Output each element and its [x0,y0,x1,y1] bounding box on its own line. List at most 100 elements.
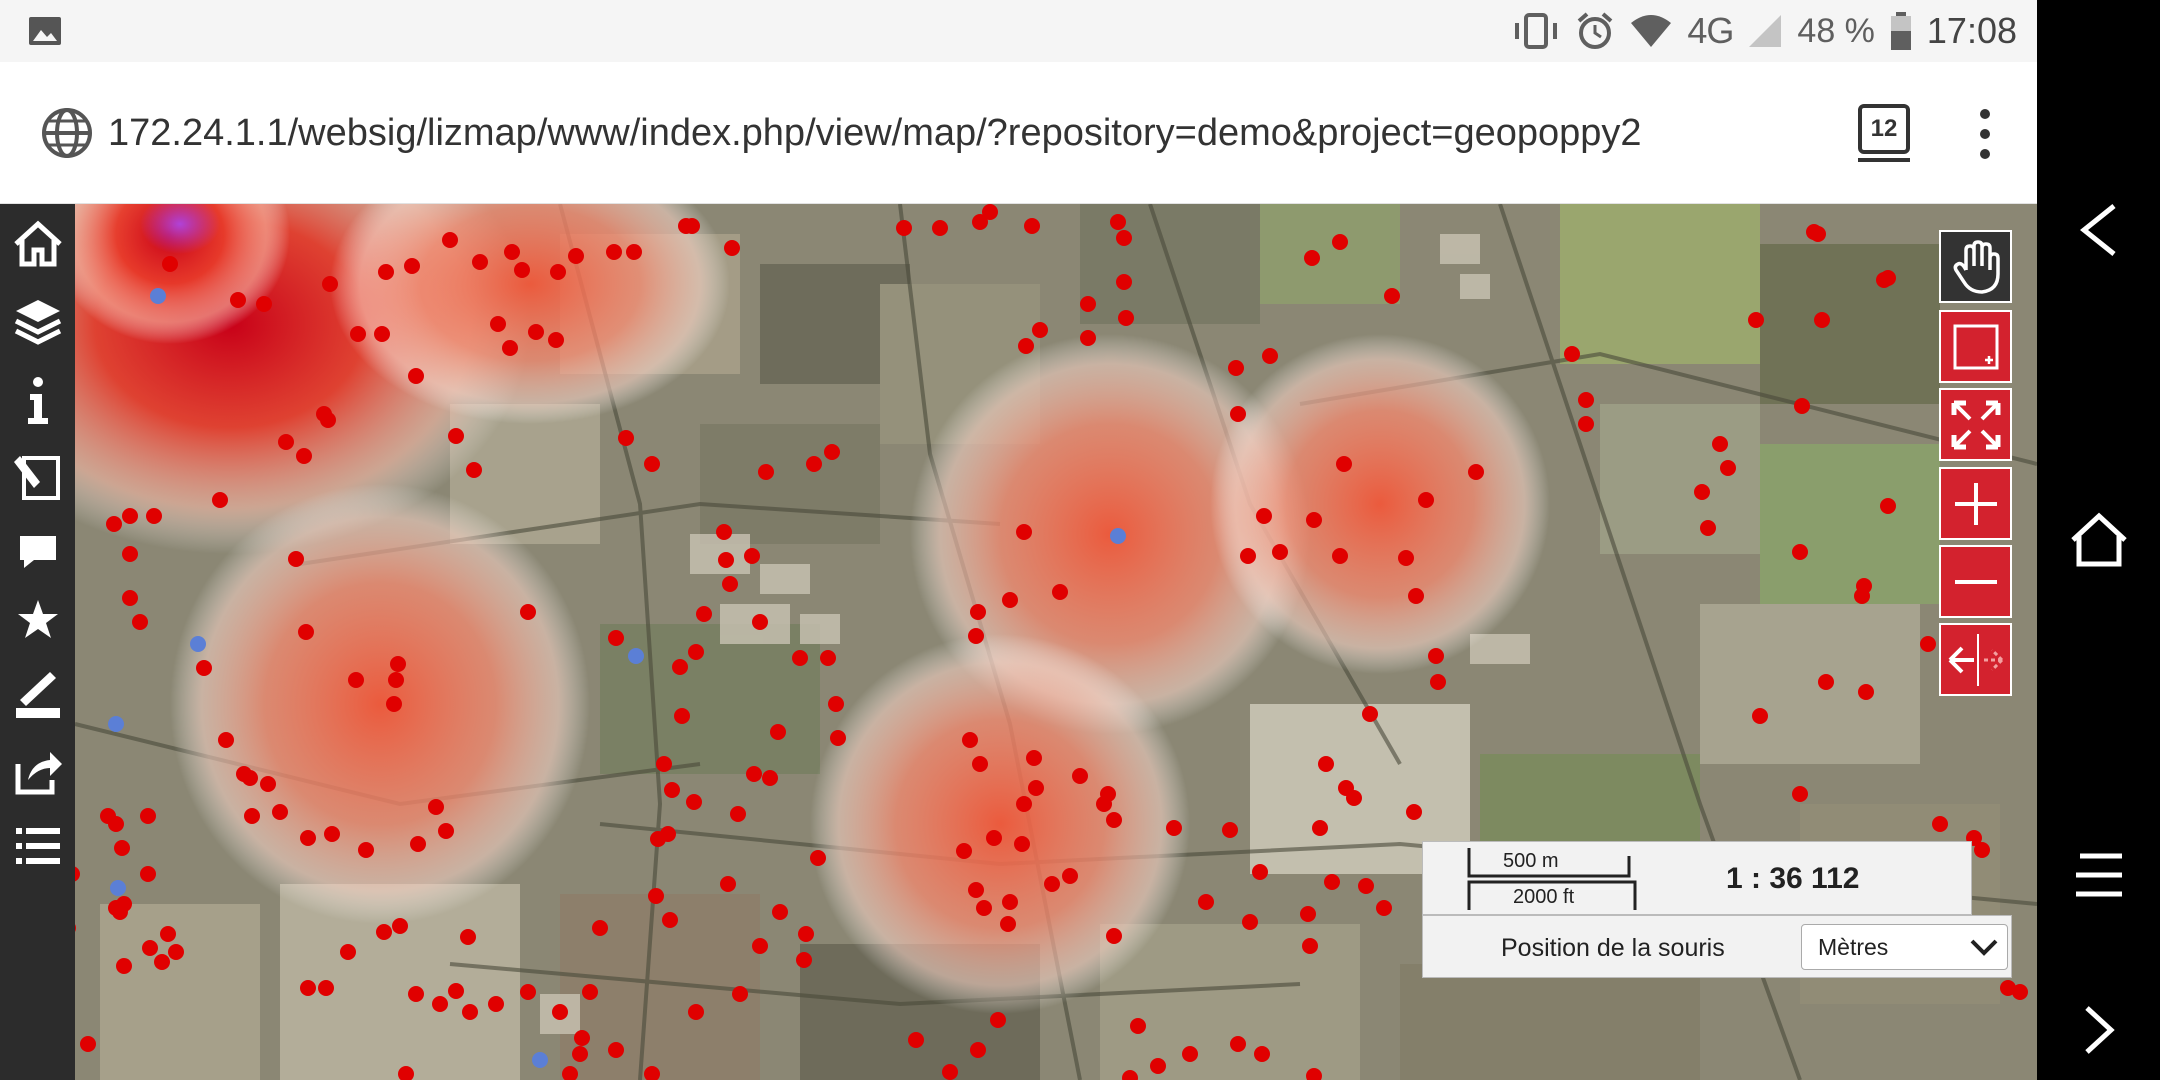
map-point-red[interactable] [1792,786,1808,802]
forward-button[interactable] [2037,980,2160,1080]
map-point-red[interactable] [982,204,998,220]
map-point-red[interactable] [1100,786,1116,802]
map-point-red[interactable] [1332,548,1348,564]
map-point-red[interactable] [490,316,506,332]
map-point-red[interactable] [770,724,786,740]
map-point-red[interactable] [154,954,170,970]
map-point-red[interactable] [1230,1036,1246,1052]
map-point-red[interactable] [828,696,844,712]
map-point-red[interactable] [520,984,536,1000]
map-point-red[interactable] [758,464,774,480]
map-point-blue[interactable] [150,288,166,304]
map-point-red[interactable] [1578,392,1594,408]
map-point-red[interactable] [1014,836,1030,852]
map-point-red[interactable] [718,552,734,568]
map-point-red[interactable] [408,368,424,384]
map-point-red[interactable] [722,576,738,592]
map-point-red[interactable] [962,732,978,748]
map-point-red[interactable] [606,244,622,260]
map-point-red[interactable] [388,672,404,688]
map-point-red[interactable] [1302,938,1318,954]
map-point-red[interactable] [408,986,424,1002]
layers-icon[interactable] [10,294,66,350]
map-point-red[interactable] [798,926,814,942]
map-point-red[interactable] [140,808,156,824]
map-point-red[interactable] [1920,636,1936,652]
map-point-red[interactable] [824,444,840,460]
map-point-red[interactable] [720,876,736,892]
map-point-red[interactable] [514,262,530,278]
map-point-red[interactable] [1362,706,1378,722]
share-icon[interactable] [10,744,66,800]
map-point-red[interactable] [2012,984,2028,1000]
map-point-red[interactable] [908,1032,924,1048]
map-point-red[interactable] [1752,708,1768,724]
map-point-red[interactable] [376,924,392,940]
map-point-red[interactable] [116,958,132,974]
map-point-red[interactable] [378,264,394,280]
map-point-red[interactable] [1110,214,1126,230]
map-point-red[interactable] [990,1012,1006,1028]
zoom-in-button[interactable] [1939,467,2012,540]
map-point-red[interactable] [724,240,740,256]
map-point-red[interactable] [1242,914,1258,930]
map-point-red[interactable] [230,292,246,308]
map-point-red[interactable] [1118,310,1134,326]
map-point-red[interactable] [1712,436,1728,452]
map-point-blue[interactable] [1110,528,1126,544]
map-point-red[interactable] [1116,230,1132,246]
map-point-red[interactable] [1324,874,1340,890]
map-point-red[interactable] [688,1004,704,1020]
map-point-red[interactable] [448,428,464,444]
map-point-red[interactable] [142,940,158,956]
map-point-red[interactable] [1418,492,1434,508]
map-point-red[interactable] [582,984,598,1000]
map-point-red[interactable] [1252,864,1268,880]
map-point-red[interactable] [168,944,184,960]
map-point-red[interactable] [752,614,768,630]
map-point-red[interactable] [1564,346,1580,362]
map-point-red[interactable] [746,766,762,782]
map-point-red[interactable] [278,434,294,450]
map-point-red[interactable] [386,696,402,712]
map-point-red[interactable] [674,708,690,724]
map-point-red[interactable] [80,1036,96,1052]
map-point-red[interactable] [688,644,704,660]
map-point-red[interactable] [1318,756,1334,772]
map-point-red[interactable] [520,604,536,620]
map-point-red[interactable] [340,944,356,960]
map-point-red[interactable] [1106,928,1122,944]
map-point-red[interactable] [1376,900,1392,916]
map-point-red[interactable] [1312,820,1328,836]
map-point-red[interactable] [684,218,700,234]
map-point-red[interactable] [820,650,836,666]
back-button[interactable] [2037,180,2160,280]
map-point-red[interactable] [574,1030,590,1046]
map-point-red[interactable] [272,804,288,820]
map-point-red[interactable] [132,614,148,630]
map-point-red[interactable] [644,456,660,472]
map-point-red[interactable] [1026,750,1042,766]
map-point-red[interactable] [968,882,984,898]
map-point-red[interactable] [300,980,316,996]
map-point-red[interactable] [122,508,138,524]
map-point-red[interactable] [660,826,676,842]
map-point-red[interactable] [1880,270,1896,286]
map-point-red[interactable] [1932,816,1948,832]
map-point-red[interactable] [1130,1018,1146,1034]
map-point-red[interactable] [772,904,788,920]
star-icon[interactable] [10,592,66,648]
map-point-red[interactable] [1578,416,1594,432]
map-point-red[interactable] [106,516,122,532]
map-point-red[interactable] [1182,1046,1198,1062]
map-point-red[interactable] [114,840,130,856]
map-point-red[interactable] [1792,544,1808,560]
url-field[interactable]: 172.24.1.1/websig/lizmap/www/index.php/v… [108,106,1642,160]
map-point-red[interactable] [442,232,458,248]
map-point-red[interactable] [432,996,448,1012]
map-point-red[interactable] [1072,768,1088,784]
map-point-red[interactable] [1700,520,1716,536]
map-point-red[interactable] [1384,288,1400,304]
map-point-red[interactable] [392,918,408,934]
map-point-red[interactable] [324,826,340,842]
